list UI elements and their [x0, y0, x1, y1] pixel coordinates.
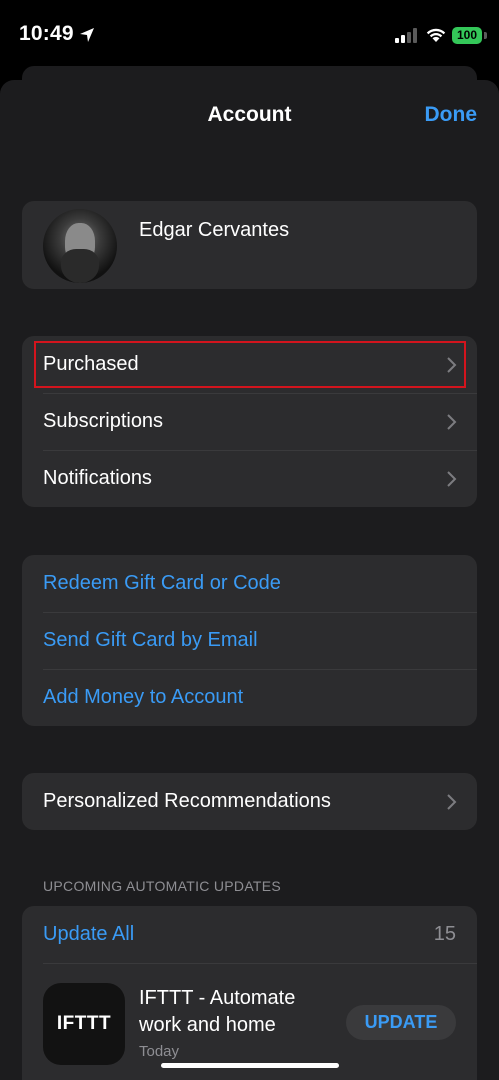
purchased-label: Purchased — [43, 353, 139, 375]
avatar-beard — [61, 249, 99, 283]
profile-name: Edgar Cervantes — [139, 219, 290, 241]
ifttt-app-icon: IFTTT — [43, 983, 125, 1065]
home-indicator[interactable] — [161, 1063, 339, 1068]
personalized-recommendations-label: Personalized Recommendations — [43, 790, 331, 812]
subscriptions-label: Subscriptions — [43, 410, 164, 432]
cellular-signal-icon — [395, 28, 417, 43]
location-arrow-icon — [80, 28, 94, 42]
send-gift-card-row[interactable]: Send Gift Card by Email — [22, 612, 477, 669]
wifi-icon — [426, 28, 446, 42]
send-gift-card-label: Send Gift Card by Email — [43, 629, 258, 651]
updates-group: Update All 15 IFTTT IFTTT - Automate wor… — [22, 906, 477, 1080]
screen: 10:49 100 Account Done Edgar Cervantes P… — [0, 0, 499, 1080]
chevron-right-icon — [447, 470, 457, 487]
account-options-group: Purchased Subscriptions Notifications — [22, 336, 477, 507]
redeem-gift-card-label: Redeem Gift Card or Code — [43, 572, 281, 594]
personalized-recommendations-row[interactable]: Personalized Recommendations — [22, 773, 477, 830]
chevron-right-icon — [447, 413, 457, 430]
battery-icon: 100 — [452, 27, 482, 44]
add-money-row[interactable]: Add Money to Account — [22, 669, 477, 726]
app-update-date: Today — [139, 1043, 180, 1060]
status-bar: 10:49 100 — [0, 0, 499, 72]
section-header: UPCOMING AUTOMATIC UPDATES — [43, 878, 282, 894]
app-name: IFTTT - Automate work and home — [139, 987, 296, 1036]
add-money-label: Add Money to Account — [43, 686, 244, 708]
recommendations-group: Personalized Recommendations — [22, 773, 477, 830]
status-time: 10:49 — [19, 22, 74, 45]
purchased-row[interactable]: Purchased — [22, 336, 477, 393]
chevron-right-icon — [447, 356, 457, 373]
battery-tip — [484, 32, 487, 39]
notifications-row[interactable]: Notifications — [22, 450, 477, 507]
chevron-right-icon — [447, 793, 457, 810]
avatar — [43, 209, 117, 283]
gift-card-group: Redeem Gift Card or Code Send Gift Card … — [22, 555, 477, 726]
update-all-button[interactable]: Update All — [43, 923, 477, 946]
update-button[interactable]: UPDATE — [346, 1005, 456, 1040]
redeem-gift-card-row[interactable]: Redeem Gift Card or Code — [22, 555, 477, 612]
notifications-label: Notifications — [43, 467, 152, 489]
update-count: 15 — [433, 923, 456, 945]
profile-card[interactable]: Edgar Cervantes — [22, 201, 477, 289]
update-all-row[interactable]: Update All 15 — [22, 906, 477, 963]
subscriptions-row[interactable]: Subscriptions — [22, 393, 477, 450]
done-button[interactable]: Done — [425, 103, 478, 127]
